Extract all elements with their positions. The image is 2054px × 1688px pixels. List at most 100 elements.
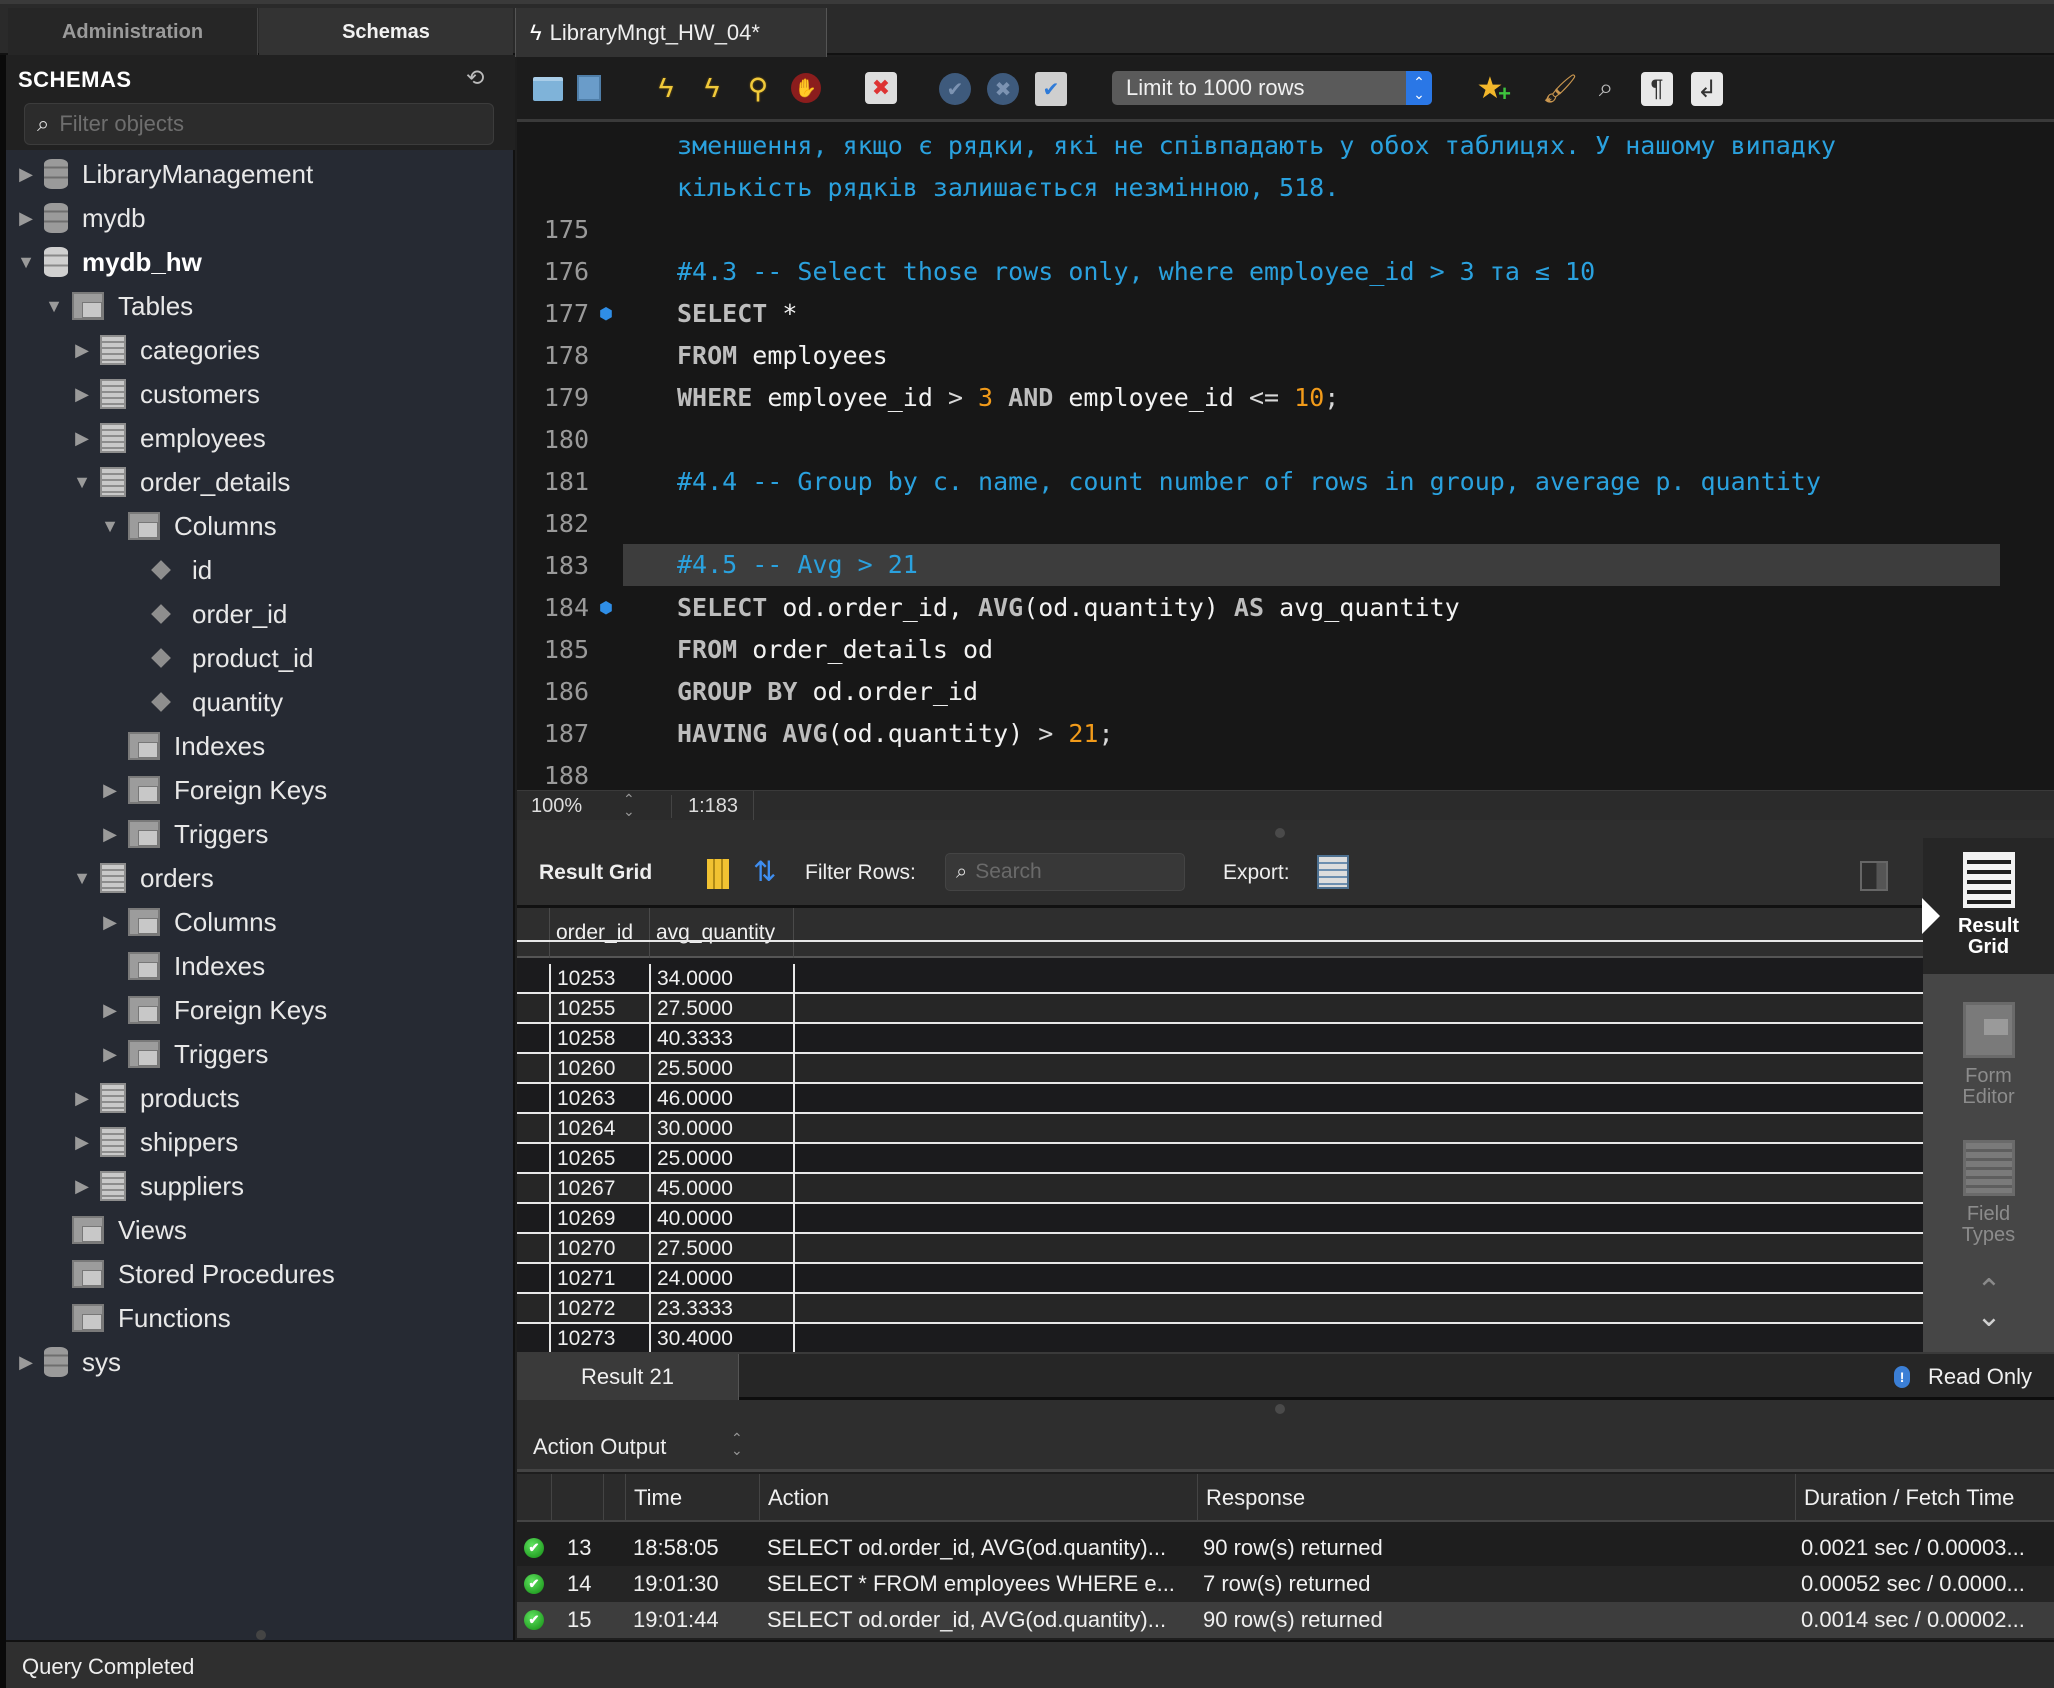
form-editor-view-button[interactable]: Form Editor [1923,988,2054,1108]
cell-avg-quantity[interactable]: 46.0000 [649,1084,793,1112]
open-folder-icon[interactable] [533,77,563,101]
splitter-grip[interactable] [1275,828,1285,838]
cell-order-id[interactable]: 10265 [549,1144,649,1172]
execute-current-icon[interactable]: ϟ [695,71,729,105]
table-row[interactable]: 10255 27.5000 [517,994,1923,1024]
expand-arrow-closed-icon[interactable]: ▶ [72,384,92,405]
editor-line[interactable]: зменшення, якщо є рядки, які не співпада… [517,124,2054,166]
expand-arrow-closed-icon[interactable]: ▶ [72,1088,92,1109]
expand-arrow-open-icon[interactable]: ▼ [72,868,92,889]
limit-rows-select[interactable]: Limit to 1000 rows ⌃ ⌄ [1112,71,1432,105]
cell-avg-quantity[interactable]: 34.0000 [649,964,793,992]
tree-item-column[interactable]: product_id [128,636,313,680]
table-row[interactable]: 10271 24.0000 [517,1264,1923,1294]
filter-rows-field[interactable]: ⌕ [945,853,1185,891]
cell-order-id[interactable]: 10270 [549,1234,649,1262]
tree-item-schema[interactable]: ▶ mydb [16,196,146,240]
stop-on-error-icon[interactable]: ✖ [865,72,897,104]
expand-arrow-open-icon[interactable]: ▼ [100,516,120,537]
tree-item-folder[interactable]: Views [44,1208,187,1252]
commit-icon[interactable]: ✔ [939,73,971,105]
expand-arrow-open-icon[interactable]: ▼ [44,296,64,317]
expand-arrow-closed-icon[interactable]: ▶ [16,208,36,229]
tab-schemas[interactable]: Schemas [259,8,513,57]
editor-line[interactable]: 183 #4.5 -- Avg > 21 [517,544,2054,586]
tree-item-column[interactable]: quantity [128,680,283,724]
table-row[interactable]: 10270 27.5000 [517,1234,1923,1264]
table-row[interactable]: 10258 40.3333 [517,1024,1923,1054]
filter-rows-input[interactable] [975,860,1166,884]
expand-arrow-closed-icon[interactable]: ▶ [72,1132,92,1153]
column-layout-icon[interactable] [707,859,729,889]
expand-arrow-closed-icon[interactable]: ▶ [100,912,120,933]
expand-arrow-closed-icon[interactable]: ▶ [72,1176,92,1197]
editor-line[interactable]: 178 FROM employees [517,334,2054,376]
tree-item-folder[interactable]: Indexes [100,944,265,988]
tree-item-folder[interactable]: ▼ Tables [44,284,193,328]
save-icon[interactable] [577,75,601,101]
cell-order-id[interactable]: 10253 [549,964,649,992]
expand-arrow-closed-icon[interactable]: ▶ [72,428,92,449]
cell-avg-quantity[interactable]: 30.0000 [649,1114,793,1142]
invisible-chars-icon[interactable]: ¶ [1641,72,1673,106]
table-row[interactable]: 10273 30.4000 [517,1324,1923,1352]
beautify-icon[interactable]: 🖌 [1542,71,1578,105]
cell-avg-quantity[interactable]: 45.0000 [649,1174,793,1202]
expand-arrow-closed-icon[interactable]: ▶ [100,824,120,845]
cell-order-id[interactable]: 10273 [549,1324,649,1352]
results-output-splitter[interactable] [517,1400,2054,1420]
find-icon[interactable]: ⌕ [1589,71,1623,105]
zoom-stepper[interactable]: ⌃ ⌄ [623,792,635,818]
side-panel-scroll[interactable]: ⌃ ⌄ [1969,1276,2009,1332]
tree-item-table[interactable]: ▶ customers [72,372,260,416]
editor-line[interactable]: 186 GROUP BY od.order_id [517,670,2054,712]
table-row[interactable]: 10267 45.0000 [517,1174,1923,1204]
cell-order-id[interactable]: 10255 [549,994,649,1022]
editor-line[interactable]: кількість рядків залишається незмінною, … [517,166,2054,208]
expand-arrow-closed-icon[interactable]: ▶ [16,1352,36,1373]
cell-avg-quantity[interactable]: 40.3333 [649,1024,793,1052]
cell-order-id[interactable]: 10272 [549,1294,649,1322]
table-row[interactable]: 10253 34.0000 [517,964,1923,994]
word-wrap-icon[interactable]: ↲ [1691,72,1723,106]
column-header-avg-quantity[interactable]: avg_quantity [649,908,793,958]
output-type-select[interactable]: Action Output [533,1434,666,1460]
editor-line[interactable]: 188 [517,754,2054,790]
editor-line[interactable]: 180 [517,418,2054,460]
chevron-down-icon[interactable]: ⌄ [1969,1302,2009,1332]
column-header-time[interactable]: Time [625,1474,759,1522]
cell-avg-quantity[interactable]: 30.4000 [649,1324,793,1352]
result-tab[interactable]: Result 21 [517,1354,739,1400]
add-snippet-icon[interactable]: ★ [1473,71,1511,108]
column-header-duration[interactable]: Duration / Fetch Time [1795,1474,2054,1522]
table-row[interactable]: 10260 25.5000 [517,1054,1923,1084]
column-header-response[interactable]: Response [1197,1474,1795,1522]
table-row[interactable]: 10263 46.0000 [517,1084,1923,1114]
tree-item-columns-folder[interactable]: ▶ Columns [100,900,277,944]
tree-item-table[interactable]: ▶ suppliers [72,1164,244,1208]
tab-administration[interactable]: Administration [8,8,258,57]
cell-order-id[interactable]: 10258 [549,1024,649,1052]
expand-arrow-closed-icon[interactable]: ▶ [72,340,92,361]
export-icon[interactable] [1317,855,1349,889]
rollback-icon[interactable]: ✖ [987,73,1019,105]
table-row[interactable]: 10264 30.0000 [517,1114,1923,1144]
cell-avg-quantity[interactable]: 23.3333 [649,1294,793,1322]
cell-order-id[interactable]: 10267 [549,1174,649,1202]
table-row[interactable]: 10265 25.0000 [517,1144,1923,1174]
tree-item-folder[interactable]: ▶ Triggers [100,1032,268,1076]
cell-order-id[interactable]: 10264 [549,1114,649,1142]
query-tab[interactable]: ϟ LibraryMngt_HW_04* [515,8,827,57]
field-types-view-button[interactable]: Field Types [1923,1126,2054,1246]
expand-arrow-open-icon[interactable]: ▼ [72,472,92,493]
tree-item-columns-folder[interactable]: ▼ Columns [100,504,277,548]
cell-avg-quantity[interactable]: 40.0000 [649,1204,793,1232]
column-header-action[interactable]: Action [759,1474,1197,1522]
tree-item-folder[interactable]: Indexes [100,724,265,768]
tree-item-folder[interactable]: ▶ Foreign Keys [100,988,327,1032]
expand-arrow-closed-icon[interactable]: ▶ [16,164,36,185]
tree-item-table[interactable]: ▼ orders [72,856,214,900]
tree-item-table[interactable]: ▶ categories [72,328,260,372]
tree-item-table[interactable]: ▶ shippers [72,1120,238,1164]
tree-item-schema[interactable]: ▶ LibraryManagement [16,152,313,196]
